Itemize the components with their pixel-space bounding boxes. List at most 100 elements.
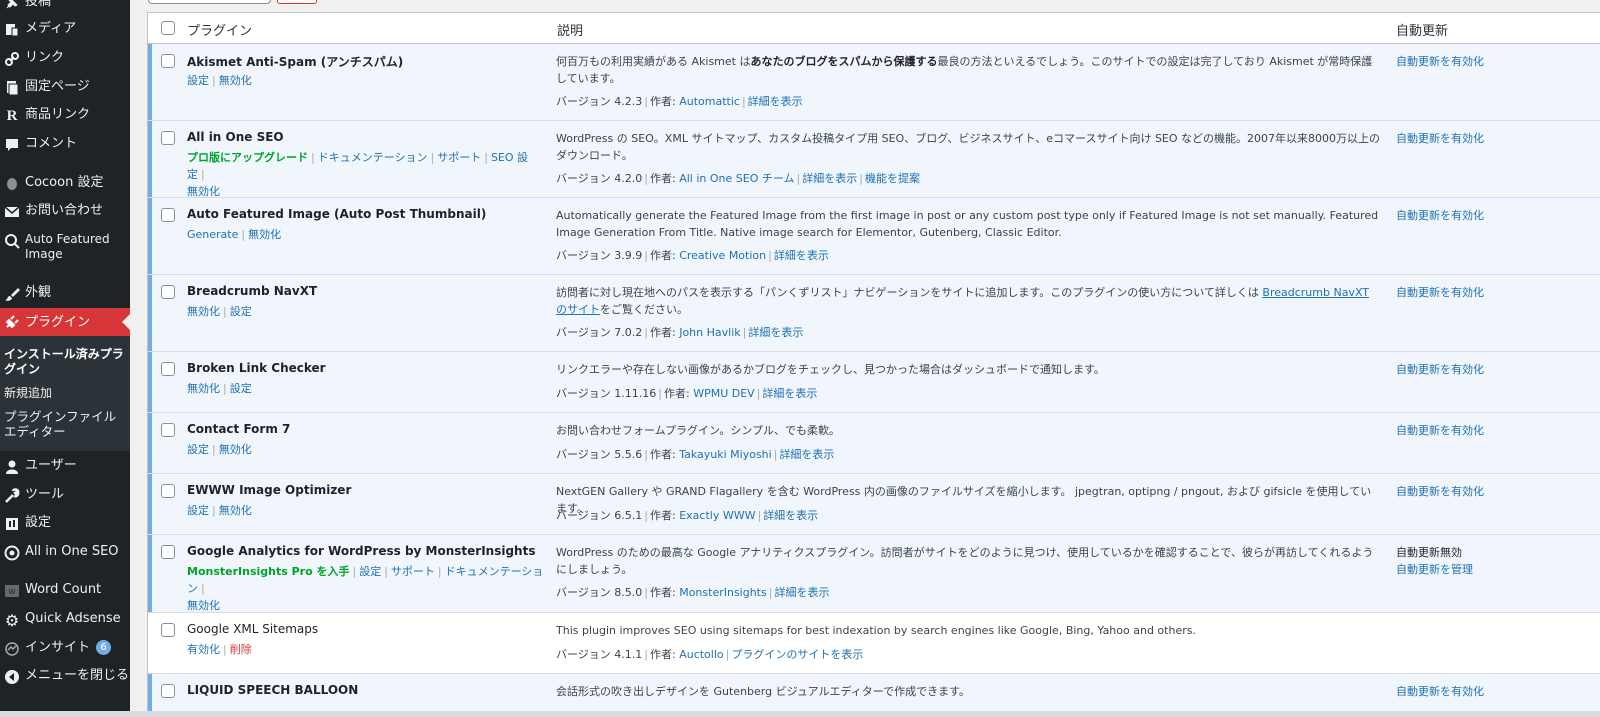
author-link[interactable]: Exactly WWW	[679, 509, 755, 522]
details-link[interactable]: 詳細を表示	[779, 448, 834, 461]
details-link[interactable]: 詳細を表示	[762, 387, 817, 400]
submenu-plugin-editor[interactable]: プラグインファイルエディター	[4, 409, 126, 439]
details-link[interactable]: 詳細を表示	[774, 249, 829, 262]
settings-link[interactable]: 設定	[359, 565, 381, 578]
deactivate-link[interactable]: 無効化	[219, 74, 252, 87]
deactivate-link[interactable]: 無効化	[248, 228, 281, 241]
support-link[interactable]: サポート	[437, 151, 481, 164]
menu-settings[interactable]: 設定	[0, 515, 130, 533]
enable-auto-update-link[interactable]: 自動更新を有効化	[1396, 53, 1484, 70]
insights-count-badge: 6	[96, 640, 112, 655]
author-link[interactable]: MonsterInsights	[679, 586, 767, 599]
settings-link[interactable]: 設定	[187, 504, 209, 517]
deactivate-link[interactable]: 無効化	[219, 504, 252, 517]
enable-auto-update-link[interactable]: 自動更新を有効化	[1396, 483, 1484, 500]
menu-product-links[interactable]: R 商品リンク	[0, 107, 130, 125]
submenu-add-new[interactable]: 新規追加	[4, 386, 126, 401]
menu-contact[interactable]: お問い合わせ	[0, 203, 130, 221]
menu-auto-featured-image[interactable]: Auto Featured Image	[0, 232, 130, 262]
details-link[interactable]: 詳細を表示	[763, 509, 818, 522]
deactivate-link[interactable]: 無効化	[187, 382, 220, 395]
activate-link[interactable]: 有効化	[187, 643, 220, 656]
details-link[interactable]: 詳細を表示	[802, 172, 857, 185]
settings-link[interactable]: 設定	[230, 305, 252, 318]
upgrade-link[interactable]: プロ版にアップグレード	[187, 151, 308, 164]
bulk-action-button[interactable]	[277, 0, 317, 4]
plugin-checkbox[interactable]	[161, 423, 175, 437]
collapse-icon	[2, 668, 22, 686]
menu-collapse[interactable]: メニューを閉じる	[0, 668, 130, 686]
plugin-checkbox[interactable]	[161, 545, 175, 559]
plugin-site-link[interactable]: プラグインのサイトを表示	[731, 648, 863, 661]
author-link[interactable]: WPMU DEV	[693, 387, 755, 400]
search-input[interactable]	[148, 0, 271, 4]
plugin-checkbox[interactable]	[161, 131, 175, 145]
submenu-installed-plugins[interactable]: インストール済みプラグイン	[4, 347, 126, 377]
settings-link[interactable]: 設定	[230, 382, 252, 395]
menu-label: お問い合わせ	[25, 203, 104, 218]
menu-insights[interactable]: インサイト 6	[0, 640, 130, 658]
enable-auto-update-link[interactable]: 自動更新を有効化	[1396, 207, 1484, 224]
menu-plugins[interactable]: プラグイン	[0, 308, 130, 336]
details-link[interactable]: 詳細を表示	[774, 586, 829, 599]
menu-comments[interactable]: コメント	[0, 136, 130, 154]
details-link[interactable]: 詳細を表示	[748, 326, 803, 339]
menu-quick-adsense[interactable]: ⚙ Quick Adsense	[0, 611, 130, 629]
plugin-description: 何百万もの利用実績がある Akismet はあなたのブログをスパムから保護する最…	[556, 55, 1373, 85]
enable-auto-update-link[interactable]: 自動更新を有効化	[1396, 284, 1484, 301]
plugin-checkbox[interactable]	[161, 285, 175, 299]
menu-label: 投稿	[25, 0, 52, 9]
menu-word-count[interactable]: W Word Count	[0, 582, 130, 600]
deactivate-link[interactable]: 無効化	[187, 185, 220, 198]
menu-pages[interactable]: 固定ページ	[0, 79, 130, 97]
deactivate-link[interactable]: 無効化	[219, 443, 252, 456]
plugin-checkbox[interactable]	[161, 208, 175, 222]
menu-aioseo[interactable]: All in One SEO	[0, 544, 130, 562]
suggest-feature-link[interactable]: 機能を提案	[865, 172, 920, 185]
plugin-checkbox[interactable]	[161, 362, 175, 376]
enable-auto-update-link[interactable]: 自動更新を有効化	[1396, 130, 1484, 147]
support-link[interactable]: サポート	[391, 565, 435, 578]
insights-icon	[2, 640, 22, 658]
brush-icon	[2, 285, 22, 303]
author-link[interactable]: All in One SEO チーム	[679, 172, 794, 185]
author-link[interactable]: Takayuki Miyoshi	[679, 448, 772, 461]
menu-users[interactable]: ユーザー	[0, 458, 130, 476]
plugin-checkbox[interactable]	[161, 623, 175, 637]
column-header-plugin: プラグイン	[187, 24, 253, 39]
settings-link[interactable]: 設定	[187, 74, 209, 87]
menu-cocoon[interactable]: Cocoon 設定	[0, 175, 130, 193]
details-link[interactable]: 詳細を表示	[748, 95, 803, 108]
delete-link[interactable]: 削除	[230, 643, 252, 656]
plugin-checkbox[interactable]	[161, 684, 175, 698]
menu-media[interactable]: メディア	[0, 21, 130, 39]
menu-appearance[interactable]: 外観	[0, 285, 130, 303]
enable-auto-update-link[interactable]: 自動更新を有効化	[1396, 422, 1484, 439]
menu-posts[interactable]: 投稿	[0, 0, 130, 10]
generate-link[interactable]: Generate	[187, 228, 238, 241]
auto-update-status: 自動更新無効	[1396, 546, 1462, 559]
author-link[interactable]: John Havlik	[679, 326, 740, 339]
deactivate-link[interactable]: 無効化	[187, 305, 220, 318]
table-header: プラグイン 説明 自動更新	[148, 13, 1600, 44]
author-link[interactable]: Automattic	[679, 95, 740, 108]
docs-link[interactable]: ドキュメンテーション	[318, 151, 428, 164]
menu-links[interactable]: リンク	[0, 50, 130, 68]
enable-auto-update-link[interactable]: 自動更新を有効化	[1396, 361, 1484, 378]
author-link[interactable]: Auctollo	[679, 648, 723, 661]
plugin-row: Auto Featured Image (Auto Post Thumbnail…	[148, 198, 1600, 275]
plugin-checkbox[interactable]	[161, 484, 175, 498]
bottom-scrollbar[interactable]	[0, 711, 1600, 717]
menu-tools[interactable]: ツール	[0, 487, 130, 505]
author-link[interactable]: Creative Motion	[679, 249, 766, 262]
svg-text:W: W	[9, 588, 16, 596]
select-all-checkbox[interactable]	[161, 21, 175, 35]
plugin-version: バージョン 1.11.16	[556, 387, 657, 400]
deactivate-link[interactable]: 無効化	[187, 599, 220, 612]
settings-link[interactable]: 設定	[187, 443, 209, 456]
enable-auto-update-link[interactable]: 自動更新を有効化	[1396, 683, 1484, 700]
manage-auto-update-link[interactable]: 自動更新を管理	[1396, 563, 1473, 576]
plugin-checkbox[interactable]	[161, 54, 175, 68]
plugin-meta: バージョン 5.5.6 | 作者: Takayuki Miyoshi | 詳細を表示	[556, 448, 835, 461]
get-pro-link[interactable]: MonsterInsights Pro を入手	[187, 565, 349, 578]
